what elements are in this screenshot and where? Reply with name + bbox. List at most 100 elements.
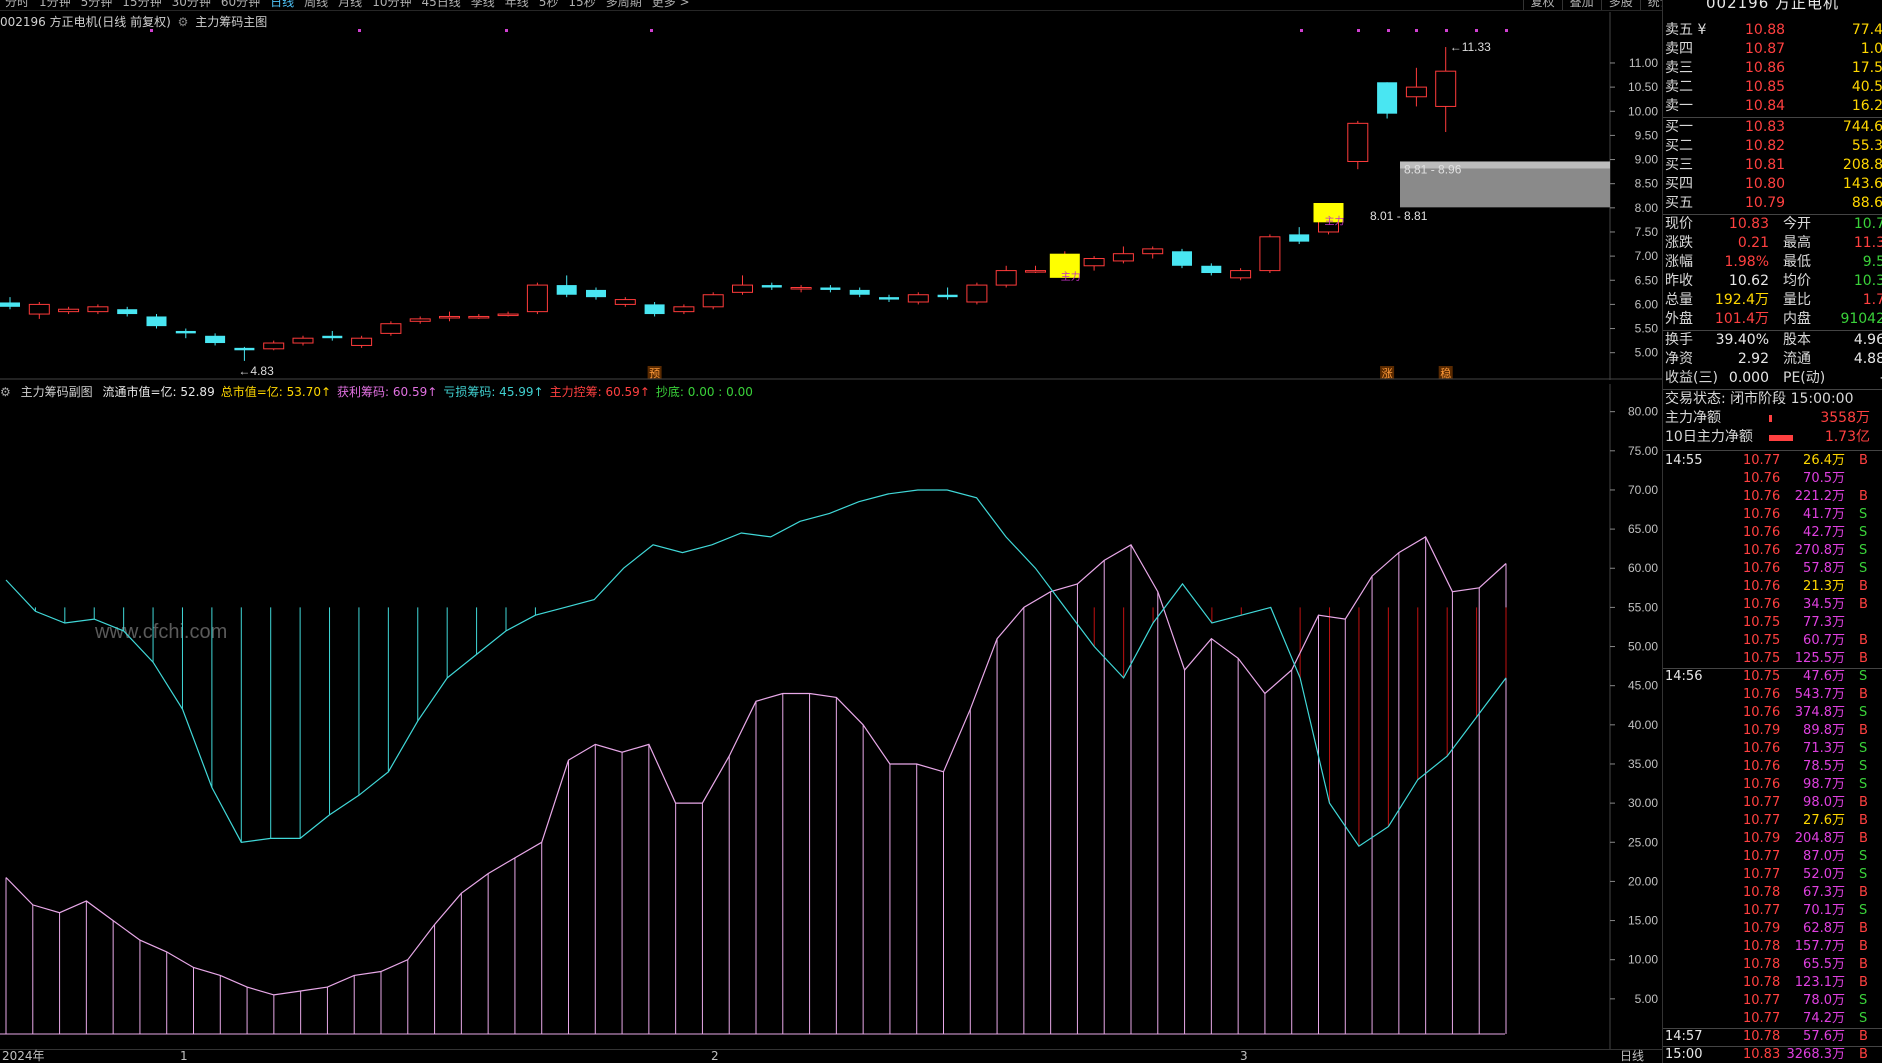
tick-direction: B (1859, 1029, 1868, 1044)
period-tab[interactable]: 分时 (0, 0, 34, 10)
tick-price: 10.75 (1743, 633, 1781, 648)
tick-price: 10.78 (1743, 957, 1781, 972)
period-tab[interactable]: 30分钟 (167, 0, 216, 10)
indicator-svg[interactable]: 80.00 75.00 70.00 65.00 60.00 55.00 50.00 45.00… (0, 384, 1662, 1049)
tick-price: 10.83 (1743, 1047, 1781, 1062)
candle-body (1347, 122, 1369, 162)
level-label: 买四 (1665, 176, 1693, 192)
ten-day-net-row: 10日主力净额 1.73亿 (1665, 429, 1870, 445)
order-book-row[interactable]: 卖一 10.84 16.2 (1665, 97, 1882, 116)
signal-dot (1357, 29, 1360, 32)
tool-tab[interactable]: 叠加 (1561, 0, 1601, 10)
period-tab[interactable]: 更多 > (647, 0, 695, 10)
tick-volume: 270.8万 (1794, 543, 1845, 558)
tool-tab[interactable]: 复权 (1522, 0, 1562, 10)
tick-row: 10.75 77.3万 (1665, 614, 1882, 632)
tick-row: 10.78 157.7万 B (1665, 938, 1882, 956)
y-tick-label: 50.00 (1628, 640, 1658, 654)
period-label[interactable]: 日线 (1620, 1050, 1644, 1063)
candle-body (790, 287, 812, 290)
tick-price: 10.76 (1743, 543, 1781, 558)
order-book-row[interactable]: 卖三 10.86 17.5 (1665, 59, 1882, 78)
tick-price: 10.77 (1743, 1011, 1781, 1026)
candle-body (1142, 248, 1164, 255)
tick-volume: 70.5万 (1803, 471, 1845, 486)
candlestick-svg[interactable]: 11.00 10.50 10.00 9.50 9.00 8.50 8.00 7.50 7.00 6… (0, 12, 1662, 380)
stat-label: 昨收 (1665, 273, 1693, 289)
level-volume: 208.8 (1842, 157, 1882, 173)
candle-body (879, 297, 899, 300)
level-price: 10.79 (1745, 195, 1786, 211)
y-tick-label: 9.00 (1635, 153, 1659, 167)
main-indicator-name[interactable]: 主力筹码主图 (195, 15, 267, 29)
order-book-row[interactable]: 卖二 10.85 40.5 (1665, 78, 1882, 97)
tick-direction: B (1859, 579, 1868, 594)
y-tick-label: 45.00 (1628, 679, 1658, 693)
period-tab[interactable]: 季线 (466, 0, 500, 10)
y-tick-label: 8.50 (1635, 177, 1659, 191)
main-candlestick-chart[interactable]: 11.00 10.50 10.00 9.50 9.00 8.50 8.00 7.50 7.00 6… (0, 12, 1662, 380)
tick-volume: 57.6万 (1803, 1029, 1845, 1044)
y-tick-label: 6.50 (1635, 273, 1659, 287)
y-tick-label: 5.50 (1635, 322, 1659, 336)
quote-stat-row: 现价 10.83 今开 10.7 (1665, 215, 1882, 234)
tick-row: 10.76 221.2万 B (1665, 488, 1882, 506)
level-volume: 40.5 (1851, 79, 1882, 95)
tick-row: 10.76 71.3万 S (1665, 740, 1882, 758)
period-tab[interactable]: 5分钟 (76, 0, 118, 10)
signal-marker: 稳 (1440, 366, 1451, 380)
period-tab[interactable]: 年线 (500, 0, 534, 10)
period-tab[interactable]: 日线 (265, 0, 299, 10)
order-book-row[interactable]: 买五 10.79 88.6 (1665, 194, 1882, 213)
signal-dot (1387, 29, 1390, 32)
period-tab[interactable]: 10分钟 (367, 0, 416, 10)
gear-icon[interactable]: ⚙ (178, 15, 189, 29)
y-tick-label: 20.00 (1628, 874, 1658, 888)
tick-volume: 221.2万 (1794, 489, 1845, 504)
tick-price: 10.75 (1743, 615, 1781, 630)
tick-direction: B (1859, 939, 1868, 954)
tick-row: 10.78 67.3万 B (1665, 884, 1882, 902)
order-book-row[interactable]: 买三 10.81 208.8 (1665, 156, 1882, 175)
tick-price: 10.78 (1743, 885, 1781, 900)
stat-value: - (1823, 369, 1882, 388)
quote-title: 002196 方正电机 (1705, 0, 1840, 12)
tick-volume: 65.5万 (1803, 957, 1845, 972)
period-tab[interactable]: 周线 (299, 0, 333, 10)
period-tab[interactable]: 60分钟 (216, 0, 265, 10)
period-tab[interactable]: 15秒 (563, 0, 600, 10)
tick-row: 10.75 60.7万 B (1665, 632, 1882, 650)
candle-body (322, 335, 343, 339)
tick-price: 10.77 (1743, 993, 1781, 1008)
period-tab[interactable]: 多周期 (601, 0, 647, 10)
stat-value: 4.88 (1853, 351, 1882, 367)
candle-body (234, 347, 255, 351)
period-tab[interactable]: 15分钟 (117, 0, 166, 10)
order-book-row[interactable]: 买一 10.83 744.6 (1665, 118, 1882, 137)
tick-volume: 87.0万 (1803, 849, 1845, 864)
level-price: 10.86 (1745, 60, 1786, 76)
stat-label: 总量 (1665, 292, 1693, 308)
order-book-row[interactable]: 卖四 10.87 1.0 (1665, 40, 1882, 59)
tick-price: 10.75 (1743, 651, 1781, 666)
order-book-row[interactable]: 买二 10.82 55.3 (1665, 137, 1882, 156)
order-book-row[interactable]: 卖五 ¥ 10.88 77.4 (1665, 21, 1882, 40)
tick-row: 10.79 62.8万 B (1665, 920, 1882, 938)
tick-volume: 21.3万 (1803, 579, 1845, 594)
period-tab[interactable]: 5秒 (534, 0, 564, 10)
period-tab[interactable]: 1分钟 (34, 0, 76, 10)
stat-label: 现价 (1665, 216, 1693, 232)
month-label: 1 (180, 1049, 188, 1063)
period-tab[interactable]: 45日线 (416, 0, 465, 10)
order-book-row[interactable]: 买四 10.80 143.6 (1665, 175, 1882, 194)
tool-tab[interactable]: 多股 (1600, 0, 1640, 10)
signal-dot (650, 29, 653, 32)
tick-volume: 60.7万 (1803, 633, 1845, 648)
quote-stat-row: 收益(三) 0.000 PE(动) - (1665, 369, 1882, 388)
period-tab[interactable]: 月线 (333, 0, 367, 10)
y-tick-label: 65.00 (1628, 522, 1658, 536)
candle-body (1172, 251, 1192, 266)
level-label: 卖五 ¥ (1665, 22, 1707, 38)
stat-label: PE(动) (1783, 370, 1826, 386)
tick-direction: B (1859, 687, 1868, 702)
